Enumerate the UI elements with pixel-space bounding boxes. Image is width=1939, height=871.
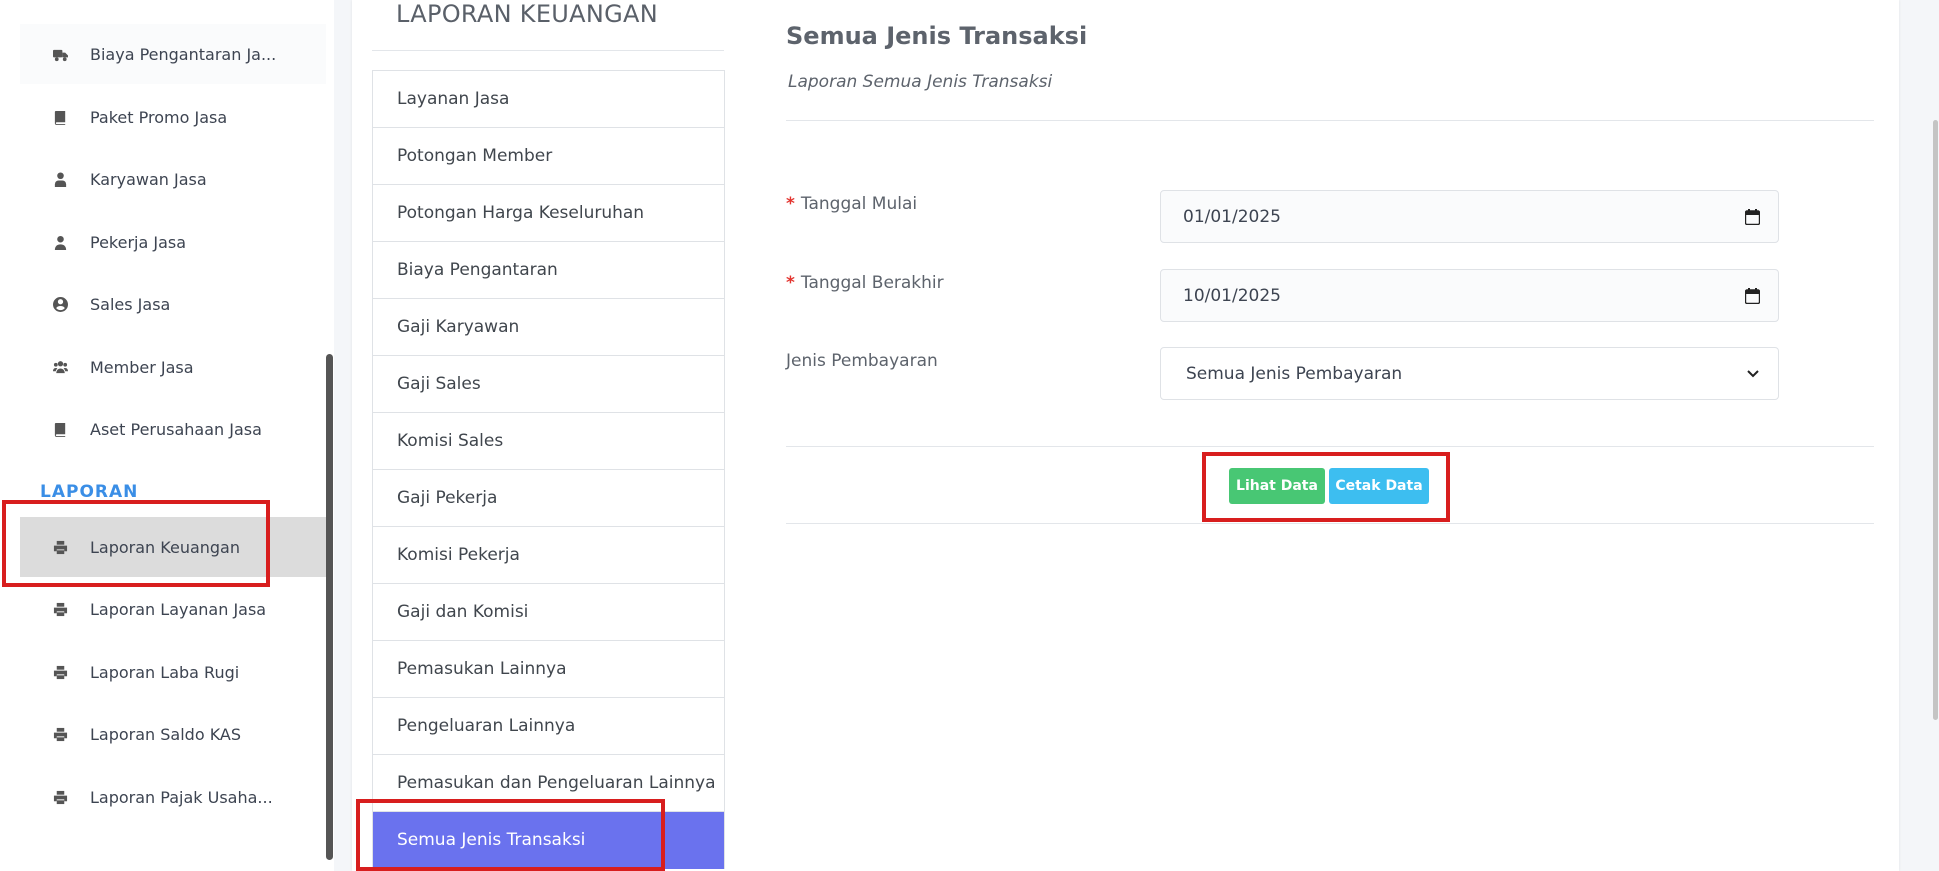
report-menu-item[interactable]: Biaya Pengantaran bbox=[373, 242, 724, 299]
start-date-value: 01/01/2025 bbox=[1183, 206, 1281, 227]
report-menu-item[interactable]: Gaji dan Komisi bbox=[373, 584, 724, 641]
chevron-down-icon bbox=[1746, 369, 1760, 379]
sidebar-item-label: Member Jasa bbox=[90, 357, 194, 377]
sidebar-item-label: Laporan Laba Rugi bbox=[90, 662, 240, 682]
divider bbox=[786, 120, 1874, 121]
sidebar-item-laporan-pajak-usaha[interactable]: Laporan Pajak Usaha... bbox=[20, 767, 326, 827]
highlight-box-buttons bbox=[1202, 452, 1450, 522]
highlight-box-menu bbox=[356, 799, 665, 871]
sidebar: r Biaya Pengantaran Ja... Paket Promo Ja… bbox=[0, 0, 334, 871]
start-date-input[interactable]: 01/01/2025 bbox=[1160, 190, 1779, 243]
sidebar-item-laporan-layanan-jasa[interactable]: Laporan Layanan Jasa bbox=[20, 579, 326, 639]
sidebar-item-paket-promo-jasa[interactable]: Paket Promo Jasa bbox=[20, 87, 326, 147]
sidebar-item-pekerja-jasa[interactable]: Pekerja Jasa bbox=[20, 212, 326, 272]
divider bbox=[372, 50, 724, 51]
required-mark: * bbox=[786, 194, 795, 214]
report-menu-item[interactable]: Pemasukan Lainnya bbox=[373, 641, 724, 698]
end-date-value: 10/01/2025 bbox=[1183, 285, 1281, 306]
sidebar-item-label: Laporan Saldo KAS bbox=[90, 724, 242, 744]
sidebar-item-label: Biaya Pengantaran Ja... bbox=[90, 44, 277, 64]
print-icon bbox=[52, 789, 68, 805]
sidebar-item-label: Laporan Pajak Usaha... bbox=[90, 787, 273, 807]
payment-type-value: Semua Jenis Pembayaran bbox=[1186, 363, 1403, 384]
report-menu: Layanan Jasa Potongan Member Potongan Ha… bbox=[372, 70, 725, 869]
report-menu-item[interactable]: Pengeluaran Lainnya bbox=[373, 698, 724, 755]
print-icon bbox=[52, 601, 68, 617]
calendar-icon[interactable] bbox=[1745, 208, 1760, 225]
report-panel-title: LAPORAN KEUANGAN bbox=[396, 0, 659, 28]
user-tie-icon bbox=[52, 171, 68, 187]
sidebar-item-label: Karyawan Jasa bbox=[90, 169, 207, 189]
report-menu-item[interactable]: Gaji Pekerja bbox=[373, 470, 724, 527]
report-menu-item[interactable]: Gaji Sales bbox=[373, 356, 724, 413]
start-date-label-text: Tanggal Mulai bbox=[800, 194, 918, 214]
sidebar-item-sales-jasa[interactable]: Sales Jasa bbox=[20, 274, 326, 334]
report-menu-item[interactable]: Potongan Member bbox=[373, 128, 724, 185]
sidebar-item-laporan-saldo-kas[interactable]: Laporan Saldo KAS bbox=[20, 704, 326, 764]
report-menu-item[interactable]: Komisi Sales bbox=[373, 413, 724, 470]
truck-icon bbox=[52, 46, 68, 62]
sidebar-section-laporan: LAPORAN bbox=[40, 482, 139, 502]
calendar-icon[interactable] bbox=[1745, 287, 1760, 304]
highlight-box-sidebar bbox=[2, 500, 270, 587]
book-icon bbox=[52, 109, 68, 125]
book-icon bbox=[52, 421, 68, 437]
user-icon bbox=[52, 234, 68, 250]
sidebar-item-laporan-laba-rugi[interactable]: Laporan Laba Rugi bbox=[20, 642, 326, 702]
sidebar-item-aset-perusahaan-jasa[interactable]: Aset Perusahaan Jasa bbox=[20, 399, 326, 459]
payment-type-label: Jenis Pembayaran bbox=[786, 351, 938, 371]
report-menu-item[interactable]: Komisi Pekerja bbox=[373, 527, 724, 584]
end-date-label-text: Tanggal Berakhir bbox=[800, 273, 944, 293]
sidebar-item-label: Paket Promo Jasa bbox=[90, 107, 228, 127]
sidebar-partial-item: r bbox=[52, 0, 58, 4]
user-circle-icon bbox=[52, 296, 68, 312]
sidebar-item-member-jasa[interactable]: Member Jasa bbox=[20, 337, 326, 397]
sidebar-item-label: Sales Jasa bbox=[90, 294, 171, 314]
users-icon bbox=[52, 359, 68, 375]
sidebar-item-label: Aset Perusahaan Jasa bbox=[90, 419, 262, 439]
divider bbox=[786, 446, 1874, 447]
print-icon bbox=[52, 726, 68, 742]
sidebar-scrollbar[interactable] bbox=[326, 354, 333, 860]
content-title: Semua Jenis Transaksi bbox=[786, 22, 1088, 50]
sidebar-item-karyawan-jasa[interactable]: Karyawan Jasa bbox=[20, 149, 326, 209]
content-subtitle: Laporan Semua Jenis Transaksi bbox=[788, 72, 1053, 92]
end-date-input[interactable]: 10/01/2025 bbox=[1160, 269, 1779, 322]
print-icon bbox=[52, 664, 68, 680]
sidebar-item-label: Laporan Layanan Jasa bbox=[90, 599, 267, 619]
page-scrollbar[interactable] bbox=[1933, 120, 1938, 720]
end-date-label: * Tanggal Berakhir bbox=[786, 273, 944, 293]
sidebar-item-label: Pekerja Jasa bbox=[90, 232, 187, 252]
start-date-label: * Tanggal Mulai bbox=[786, 194, 917, 214]
report-menu-item[interactable]: Gaji Karyawan bbox=[373, 299, 724, 356]
sidebar-item-biaya-pengantaran-jasa[interactable]: Biaya Pengantaran Ja... bbox=[20, 24, 326, 84]
report-menu-item[interactable]: Potongan Harga Keseluruhan bbox=[373, 185, 724, 242]
report-menu-item[interactable]: Layanan Jasa bbox=[373, 71, 724, 128]
required-mark: * bbox=[786, 273, 795, 293]
payment-type-select[interactable]: Semua Jenis Pembayaran bbox=[1160, 347, 1779, 400]
divider bbox=[786, 523, 1874, 524]
